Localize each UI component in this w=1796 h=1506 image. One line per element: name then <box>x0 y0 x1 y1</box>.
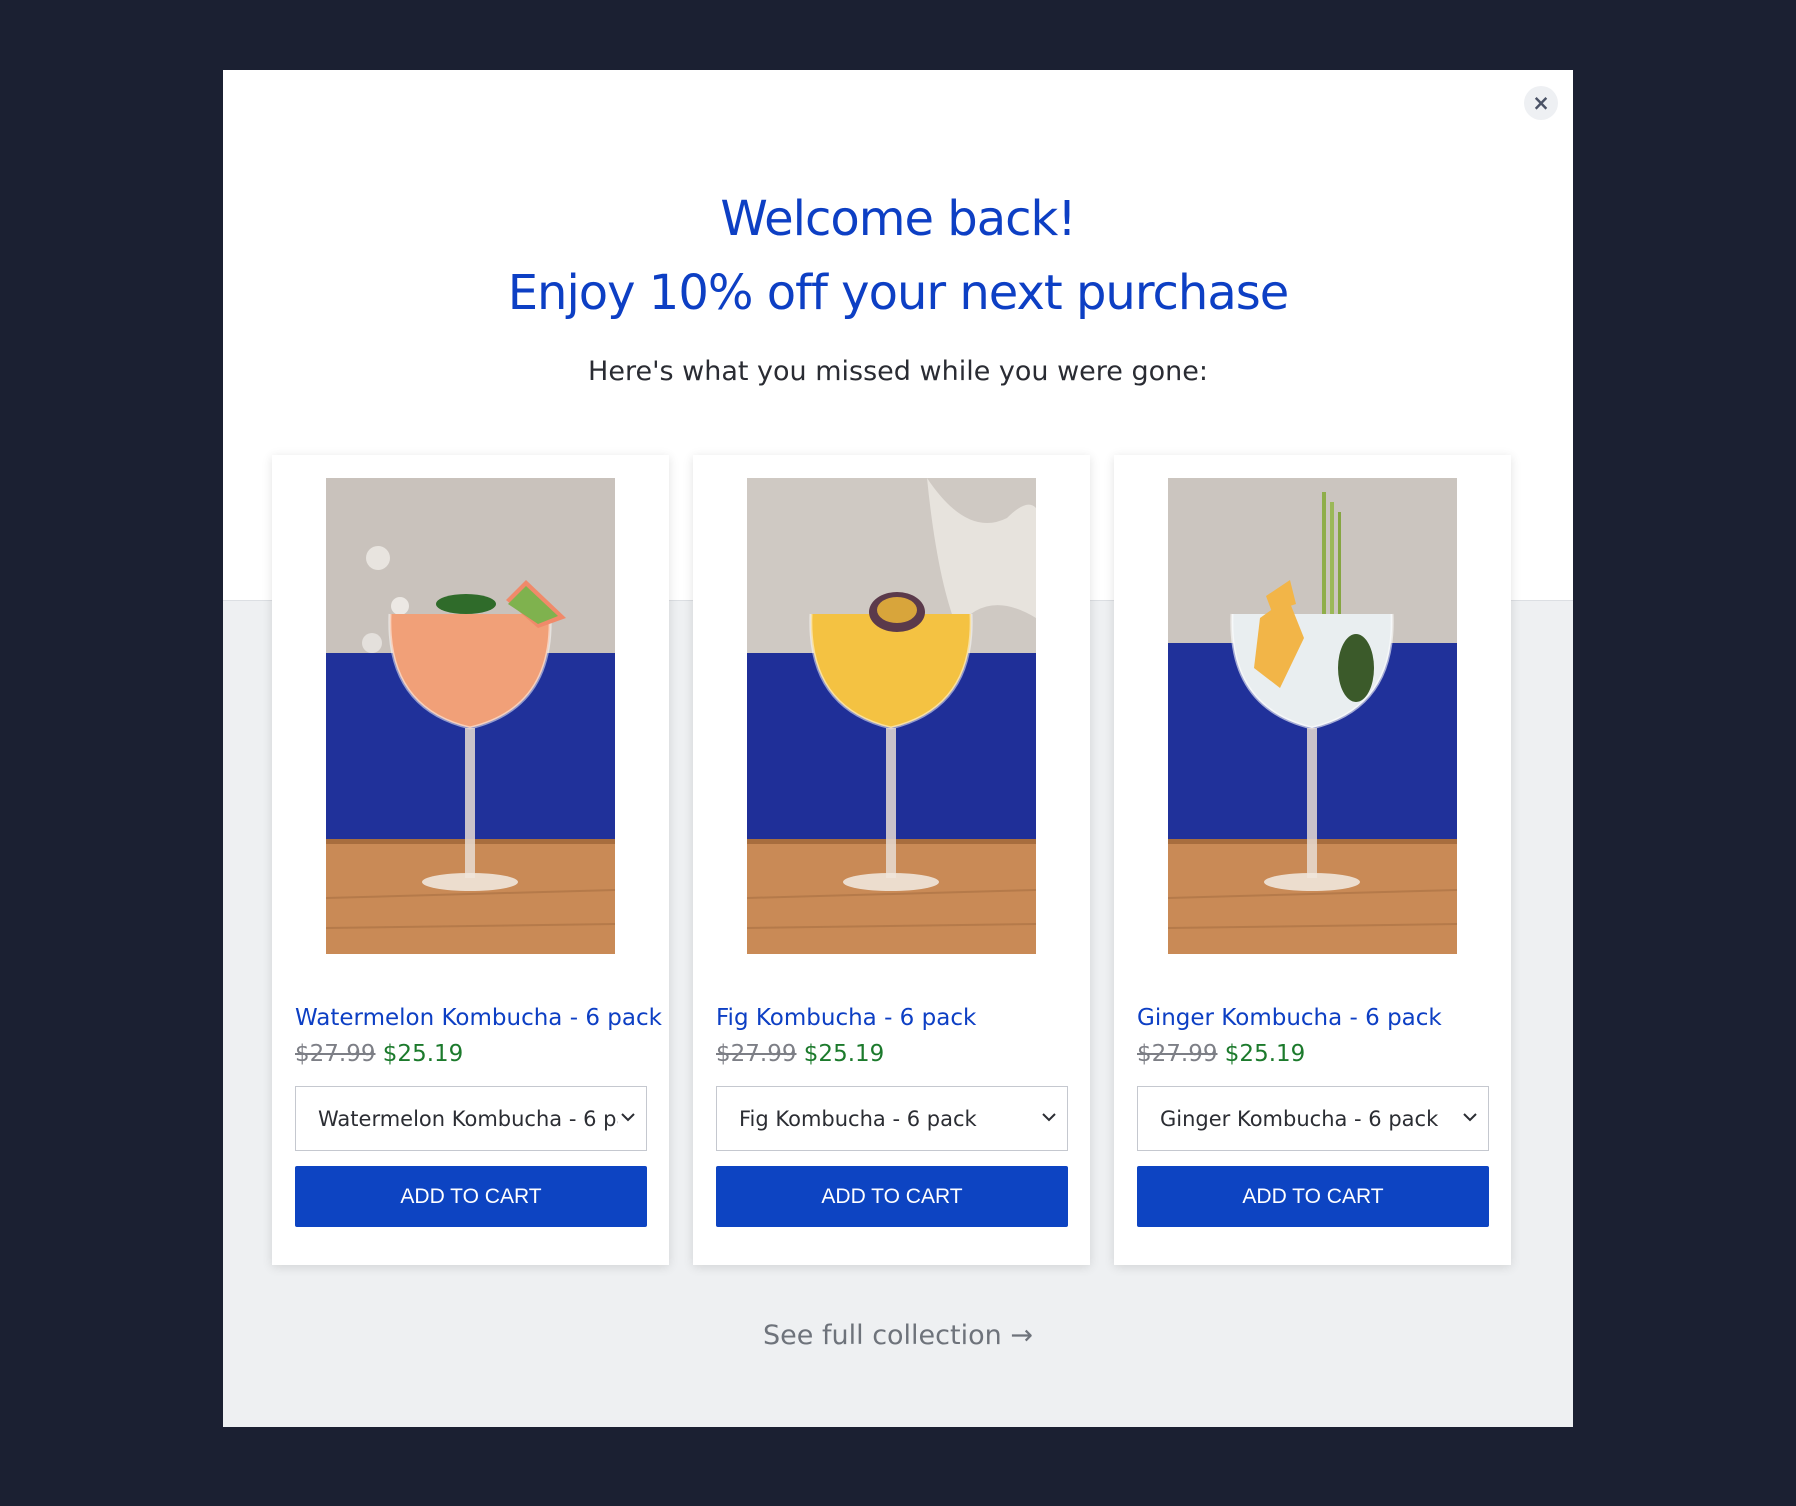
product-name-link[interactable]: Ginger Kombucha - 6 pack <box>1137 1002 1497 1034</box>
variant-select[interactable]: Ginger Kombucha - 6 pack <box>1137 1086 1489 1151</box>
product-prices: $27.99 $25.19 <box>1137 1038 1305 1070</box>
modal-header: Welcome back! Enjoy 10% off your next pu… <box>223 182 1573 390</box>
product-image[interactable] <box>326 478 615 954</box>
add-to-cart-button[interactable]: ADD TO CART <box>716 1166 1068 1227</box>
welcome-back-modal: × Welcome back! Enjoy 10% off your next … <box>223 70 1573 1427</box>
discount-title: Enjoy 10% off your next purchase <box>507 265 1290 321</box>
welcome-title: Welcome back! <box>720 191 1076 247</box>
close-icon[interactable]: × <box>1524 86 1558 120</box>
product-cards: Watermelon Kombucha - 6 pack $27.99 $25.… <box>272 455 1512 1265</box>
modal-subtitle: Here's what you missed while you were go… <box>588 356 1208 387</box>
sale-price: $25.19 <box>382 1041 464 1067</box>
chevron-down-icon <box>621 1113 635 1122</box>
variant-select[interactable]: Fig Kombucha - 6 pack <box>716 1086 1068 1151</box>
product-card: Watermelon Kombucha - 6 pack $27.99 $25.… <box>272 455 669 1265</box>
variant-selected-value: Ginger Kombucha - 6 pack <box>1160 1107 1439 1131</box>
original-price: $27.99 <box>716 1041 797 1067</box>
variant-selected-value: Watermelon Kombucha - 6 pack <box>318 1107 618 1131</box>
product-prices: $27.99 $25.19 <box>716 1038 884 1070</box>
sale-price: $25.19 <box>1224 1041 1306 1067</box>
product-image[interactable] <box>747 478 1036 954</box>
add-to-cart-button[interactable]: ADD TO CART <box>1137 1166 1489 1227</box>
product-name-link[interactable]: Watermelon Kombucha - 6 pack <box>295 1002 662 1034</box>
add-to-cart-button[interactable]: ADD TO CART <box>295 1166 647 1227</box>
product-card: Fig Kombucha - 6 pack $27.99 $25.19 Fig … <box>693 455 1090 1265</box>
variant-selected-value: Fig Kombucha - 6 pack <box>739 1107 977 1131</box>
original-price: $27.99 <box>1137 1041 1218 1067</box>
chevron-down-icon <box>1463 1113 1477 1122</box>
sale-price: $25.19 <box>803 1041 885 1067</box>
product-name-link[interactable]: Fig Kombucha - 6 pack <box>716 1002 1076 1034</box>
see-full-collection-link[interactable]: See full collection → <box>223 1316 1573 1356</box>
product-image[interactable] <box>1168 478 1457 954</box>
original-price: $27.99 <box>295 1041 376 1067</box>
variant-select[interactable]: Watermelon Kombucha - 6 pack <box>295 1086 647 1151</box>
chevron-down-icon <box>1042 1113 1056 1122</box>
product-prices: $27.99 $25.19 <box>295 1038 463 1070</box>
product-card: Ginger Kombucha - 6 pack $27.99 $25.19 G… <box>1114 455 1511 1265</box>
